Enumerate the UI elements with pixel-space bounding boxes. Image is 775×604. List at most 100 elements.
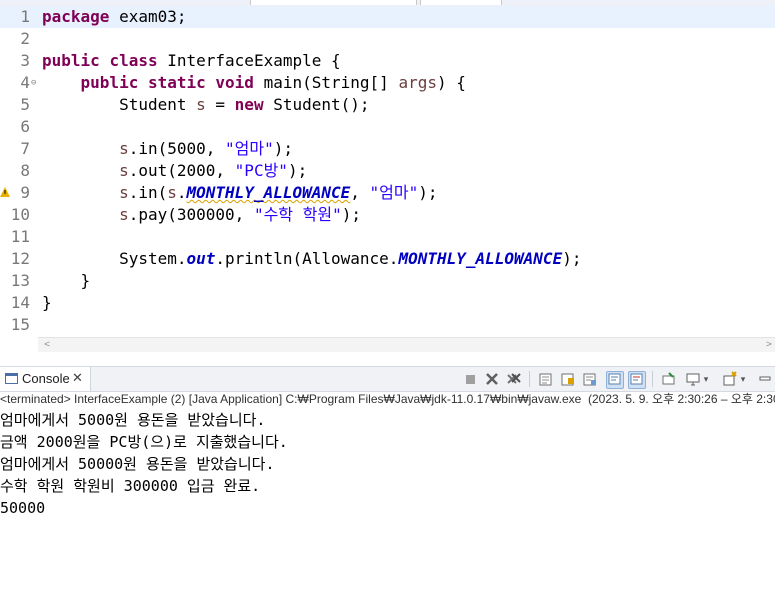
code-line[interactable]: 1 package exam03; xyxy=(0,6,775,28)
code-token-prm: s xyxy=(196,95,206,114)
line-number: 10 xyxy=(10,205,30,224)
code-text: } xyxy=(42,270,91,292)
line-number: 3 xyxy=(20,51,30,70)
code-token-prm: args xyxy=(398,73,437,92)
code-token: } xyxy=(42,293,52,312)
display-console-dropdown[interactable]: ▾ xyxy=(701,371,711,387)
console-output-line: 엄마에게서 50000원 용돈을 받았습니다. xyxy=(0,455,275,473)
warning-icon[interactable] xyxy=(0,187,10,197)
code-token: .println(Allowance. xyxy=(215,249,399,268)
console-icon xyxy=(5,373,18,384)
console-output-line: 엄마에게서 5000원 용돈을 받았습니다. xyxy=(0,411,266,429)
line-number: 12 xyxy=(10,249,30,268)
show-stderr-button[interactable] xyxy=(628,371,646,389)
code-line[interactable]: 13 } xyxy=(0,270,775,292)
minimize-button[interactable] xyxy=(758,371,772,387)
open-console-dropdown[interactable]: ▾ xyxy=(738,371,748,387)
scroll-lock-icon xyxy=(561,373,574,386)
code-token: } xyxy=(42,271,91,290)
code-token-prm: s xyxy=(119,183,129,202)
code-line[interactable]: 10 s.pay(300000, "수학 학원"); xyxy=(0,204,775,226)
code-text: s.pay(300000, "수학 학원"); xyxy=(42,204,361,226)
line-number: 2 xyxy=(20,29,30,48)
code-token: exam03; xyxy=(109,7,187,26)
display-console-button[interactable] xyxy=(685,371,701,387)
code-token-kw: void xyxy=(215,73,254,92)
code-token: ) { xyxy=(436,73,466,92)
code-text: public class InterfaceExample { xyxy=(42,50,341,72)
close-icon xyxy=(486,373,498,385)
scroll-right-icon[interactable]: > xyxy=(766,338,772,352)
line-number: 8 xyxy=(20,161,30,180)
code-text: public static void main(String[] args) { xyxy=(42,72,466,94)
terminate-button[interactable] xyxy=(462,371,478,387)
scroll-lock-button[interactable] xyxy=(560,371,576,387)
code-token: ); xyxy=(418,183,438,202)
code-token: System. xyxy=(42,249,187,268)
editor-tab[interactable] xyxy=(420,0,502,5)
console-output-line: 금액 2000원을 PC방(으)로 지출했습니다. xyxy=(0,433,288,451)
console-view-header: Console ✕ ▾ ▾ xyxy=(0,366,775,392)
editor-tab-active[interactable] xyxy=(250,0,417,5)
code-line[interactable]: 14} xyxy=(0,292,775,314)
word-wrap-icon xyxy=(583,373,596,386)
code-line[interactable]: 12 System.out.println(Allowance.MONTHLY_… xyxy=(0,248,775,270)
code-token-fld: out xyxy=(186,249,216,268)
remove-launch-button[interactable] xyxy=(484,371,500,387)
code-token-fld: MONTHLY_ALLOWANCE xyxy=(398,249,563,268)
close-icon[interactable]: ✕ xyxy=(72,370,83,386)
code-line[interactable]: 5 Student s = new Student(); xyxy=(0,94,775,116)
code-text: } xyxy=(42,292,52,314)
code-line[interactable]: 9 s.in(s.MONTHLY_ALLOWANCE, "엄마"); xyxy=(0,182,775,204)
show-stdout-button[interactable] xyxy=(606,371,624,389)
code-text: s.in(5000, "엄마"); xyxy=(42,138,293,160)
console-tab-label: Console xyxy=(22,371,70,386)
code-line[interactable]: 6 xyxy=(0,116,775,138)
line-number: 11 xyxy=(10,227,30,246)
code-line[interactable]: 8 s.out(2000, "PC방"); xyxy=(0,160,775,182)
code-token: ); xyxy=(562,249,582,268)
code-line[interactable]: 4 ⊖ public static void main(String[] args… xyxy=(0,72,775,94)
scroll-left-icon[interactable]: < xyxy=(44,338,50,352)
code-text: System.out.println(Allowance.MONTHLY_ALL… xyxy=(42,248,581,270)
code-line[interactable]: 7 s.in(5000, "엄마"); xyxy=(0,138,775,160)
show-stdout-icon xyxy=(608,373,621,385)
code-token-str: "엄마" xyxy=(369,183,419,202)
toolbar-separator xyxy=(529,371,530,387)
line-number: 13 xyxy=(10,271,30,290)
code-token: Student(); xyxy=(263,95,370,114)
console-tab[interactable]: Console ✕ xyxy=(0,367,91,391)
clear-console-button[interactable] xyxy=(538,371,554,387)
code-token-str: "엄마" xyxy=(225,139,274,158)
code-token-kw: static xyxy=(147,73,206,92)
code-line[interactable]: 2 xyxy=(0,28,775,50)
code-line[interactable]: 11 xyxy=(0,226,775,248)
pin-console-button[interactable] xyxy=(661,371,677,387)
editor-horizontal-scrollbar[interactable]: < > xyxy=(38,337,775,352)
line-number: 4 xyxy=(20,73,30,92)
code-token-kw: class xyxy=(109,51,158,70)
code-editor[interactable]: 1 package exam03; 2 3 public class Interface… xyxy=(0,6,775,346)
code-token: , xyxy=(350,183,370,202)
code-token-prm: s xyxy=(119,205,129,224)
code-token: .pay(300000, xyxy=(128,205,254,224)
open-console-button[interactable] xyxy=(722,371,738,387)
code-token: Student xyxy=(42,95,197,114)
code-line[interactable]: 3 public class InterfaceExample { xyxy=(0,50,775,72)
code-line[interactable]: 15 xyxy=(0,314,775,336)
code-token-fld: MONTHLY_ALLOWANCE xyxy=(186,183,351,202)
code-token: ); xyxy=(341,205,361,224)
chevron-down-icon: ▾ xyxy=(740,374,746,384)
show-stderr-icon xyxy=(630,373,643,385)
toolbar-separator xyxy=(652,371,653,387)
remove-all-button[interactable] xyxy=(506,371,522,387)
code-token-str: "PC방" xyxy=(234,161,288,180)
line-number: 15 xyxy=(10,315,30,334)
word-wrap-button[interactable] xyxy=(582,371,598,387)
close-all-icon xyxy=(507,373,521,384)
fold-toggle-icon[interactable]: ⊖ xyxy=(31,72,36,94)
